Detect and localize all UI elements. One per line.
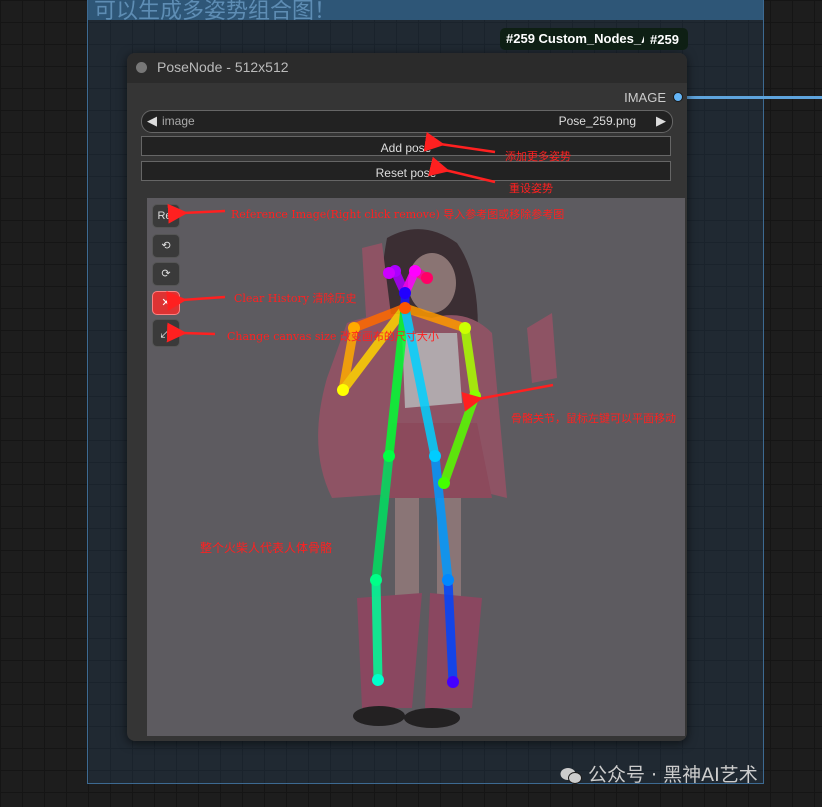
arrow-reset-pose bbox=[428, 156, 496, 184]
arrow-add-pose bbox=[423, 131, 496, 154]
wechat-icon bbox=[560, 767, 582, 784]
annotation-clear: Clear History 清除历史 bbox=[234, 292, 357, 305]
annotation-arrows bbox=[166, 131, 554, 412]
watermark: 公众号 · 黑神AI艺术 bbox=[560, 760, 758, 787]
annotation-joints: 骨骼关节，鼠标左键可以平面移动 bbox=[511, 412, 676, 425]
annotation-resize: Change canvas size 改变画布的尺寸大小 bbox=[227, 330, 439, 343]
annotation-reset-pose: 重设姿势 bbox=[509, 182, 553, 195]
arrow-clear bbox=[166, 291, 226, 312]
annotation-skeleton: 整个火柴人代表人体骨骼 bbox=[200, 541, 333, 555]
arrow-resize bbox=[166, 322, 216, 343]
arrow-ref bbox=[167, 203, 226, 224]
watermark-text: 公众号 · 黑神AI艺术 bbox=[588, 764, 758, 786]
arrow-joints bbox=[461, 383, 554, 412]
annotation-ref: Reference Image(Right click remove) 导入参考… bbox=[231, 208, 565, 221]
annotation-add-pose: 添加更多姿势 bbox=[505, 150, 571, 163]
